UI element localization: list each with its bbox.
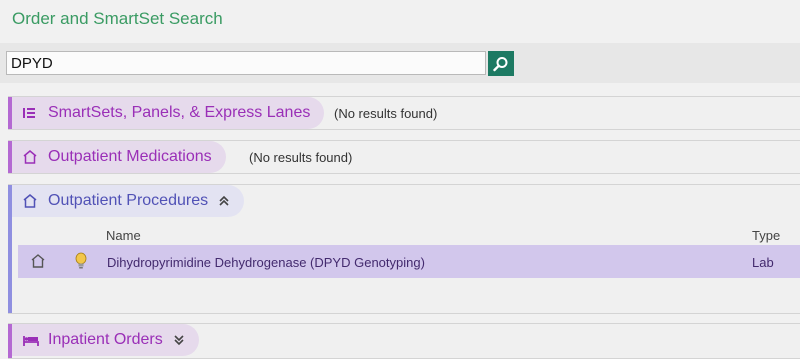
section-outpatient-procedures: Outpatient Procedures Name Type Dihydrop… [8, 184, 800, 314]
home-icon [22, 149, 40, 165]
smartset-list-icon [22, 106, 40, 120]
chevron-down-icon[interactable] [173, 334, 185, 346]
home-icon [30, 253, 46, 274]
column-header-name[interactable]: Name [106, 228, 141, 243]
search-button[interactable] [488, 51, 514, 76]
section-header-outpatient-procedures[interactable]: Outpatient Procedures [12, 185, 245, 217]
row-name: Dihydropyrimidine Dehydrogenase (DPYD Ge… [107, 255, 425, 270]
chevron-up-icon[interactable] [218, 195, 230, 207]
section-label: Outpatient Medications [48, 148, 212, 165]
section-header-smartsets[interactable]: SmartSets, Panels, & Express Lanes [12, 97, 325, 129]
search-bar [0, 43, 800, 83]
section-label: Outpatient Procedures [48, 192, 209, 209]
hospital-bed-icon [22, 332, 40, 348]
no-results-label: (No results found) [334, 106, 438, 121]
search-input[interactable] [6, 51, 486, 75]
section-label: Inpatient Orders [48, 331, 163, 348]
row-type: Lab [752, 255, 774, 270]
search-icon [493, 57, 508, 72]
lightbulb-icon [74, 252, 88, 275]
page-title: Order and SmartSet Search [12, 9, 223, 28]
table-row[interactable]: Dihydropyrimidine Dehydrogenase (DPYD Ge… [18, 245, 800, 278]
section-inpatient-orders: Inpatient Orders [8, 323, 800, 359]
no-results-label: (No results found) [249, 150, 353, 165]
section-outpatient-medications: Outpatient Medications (No results found… [8, 140, 800, 174]
section-header-outpatient-medications[interactable]: Outpatient Medications [12, 141, 226, 173]
column-header-type[interactable]: Type [752, 228, 780, 243]
section-label: SmartSets, Panels, & Express Lanes [48, 104, 311, 121]
home-icon [22, 193, 40, 209]
section-smartsets: SmartSets, Panels, & Express Lanes (No r… [8, 96, 800, 130]
section-header-inpatient-orders[interactable]: Inpatient Orders [12, 324, 199, 356]
